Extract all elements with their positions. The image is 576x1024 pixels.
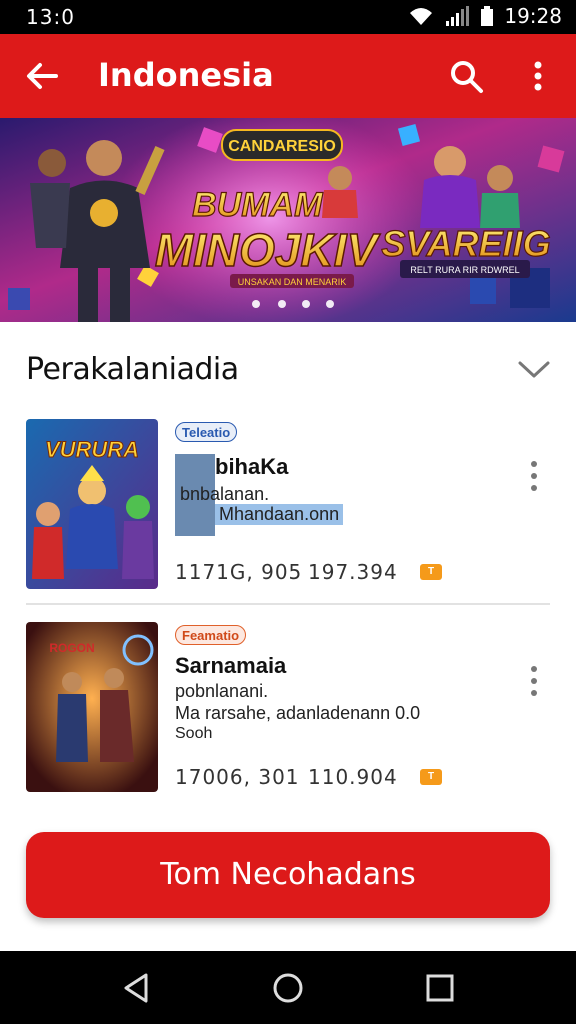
game-subtitle: Ma rarsahe, adanladenann 0.0 (175, 703, 421, 723)
home-nav-icon[interactable] (271, 971, 305, 1005)
badge-icon: T (420, 769, 442, 785)
banner-headline-1: BUMAMI (192, 186, 333, 224)
app-bar: Indonesia (0, 34, 576, 118)
game-thumbnail[interactable]: VURURA (26, 419, 158, 589)
banner-badge: CANDARESIO (228, 138, 336, 155)
system-nav-bar (0, 951, 576, 1024)
status-time-left: 13:0 (26, 5, 75, 29)
rating-count: 110.904 (308, 765, 398, 789)
list-item[interactable]: VURURA Teleatio bihaKa bnbalanan. Mhanda… (0, 414, 576, 604)
battery-icon (481, 6, 494, 26)
thumb-title: VURURA (45, 437, 139, 462)
banner-headline-2: MINOJKIV (155, 224, 381, 276)
back-nav-icon[interactable] (120, 971, 154, 1005)
banner-right-title: SVAREIIG (381, 223, 550, 264)
primary-action-button[interactable]: Tom Necohadans (26, 832, 550, 918)
game-description: bnbalanan. (180, 484, 270, 504)
wifi-icon (410, 8, 433, 25)
status-time-right: 19:28 (504, 4, 562, 28)
more-options-icon[interactable] (522, 458, 546, 494)
game-subtitle: Mhandaan.onn (215, 504, 344, 525)
back-arrow-icon[interactable] (22, 56, 62, 96)
recents-nav-icon[interactable] (423, 971, 457, 1005)
chevron-down-icon[interactable] (516, 354, 552, 384)
badge-icon: T (420, 564, 442, 580)
section-title: Perakalaniadia (26, 352, 239, 387)
game-name: bihaKa (215, 454, 289, 479)
more-vert-icon[interactable] (522, 56, 554, 96)
status-bar: 13:0 19:28 (0, 0, 576, 34)
page-title: Indonesia (98, 56, 274, 94)
banner-subtitle: UNSAKAN DAN MENARIK (238, 277, 347, 287)
more-options-icon[interactable] (522, 663, 546, 699)
game-description: pobnlanani. (175, 681, 269, 701)
download-count: 17006, 301 (175, 765, 300, 789)
promo-banner[interactable]: CANDARESIO BUMAMI MINOJKIV UNSAKAN DAN M… (0, 118, 576, 322)
list-divider (26, 603, 550, 605)
signal-icon (446, 6, 470, 26)
rating-count: 197.394 (308, 560, 398, 584)
thumb-title: ROGON (49, 641, 94, 655)
game-extra: Sooh (175, 725, 213, 742)
status-icons: 19:28 (408, 4, 562, 28)
list-item[interactable]: ROGON Feamatio Sarnamaia pobnlanani. Ma … (0, 617, 576, 807)
download-count: 1171G, 905 (175, 560, 303, 584)
category-tag: Teleatio (175, 422, 238, 442)
banner-right-caption: RELT RURA RIR RDWREL (410, 265, 519, 275)
game-name: Sarnamaia (175, 653, 287, 678)
game-thumbnail[interactable]: ROGON (26, 622, 158, 792)
search-icon[interactable] (446, 56, 486, 96)
category-tag: Feamatio (175, 625, 247, 645)
section-header[interactable]: Perakalaniadia (0, 340, 576, 400)
